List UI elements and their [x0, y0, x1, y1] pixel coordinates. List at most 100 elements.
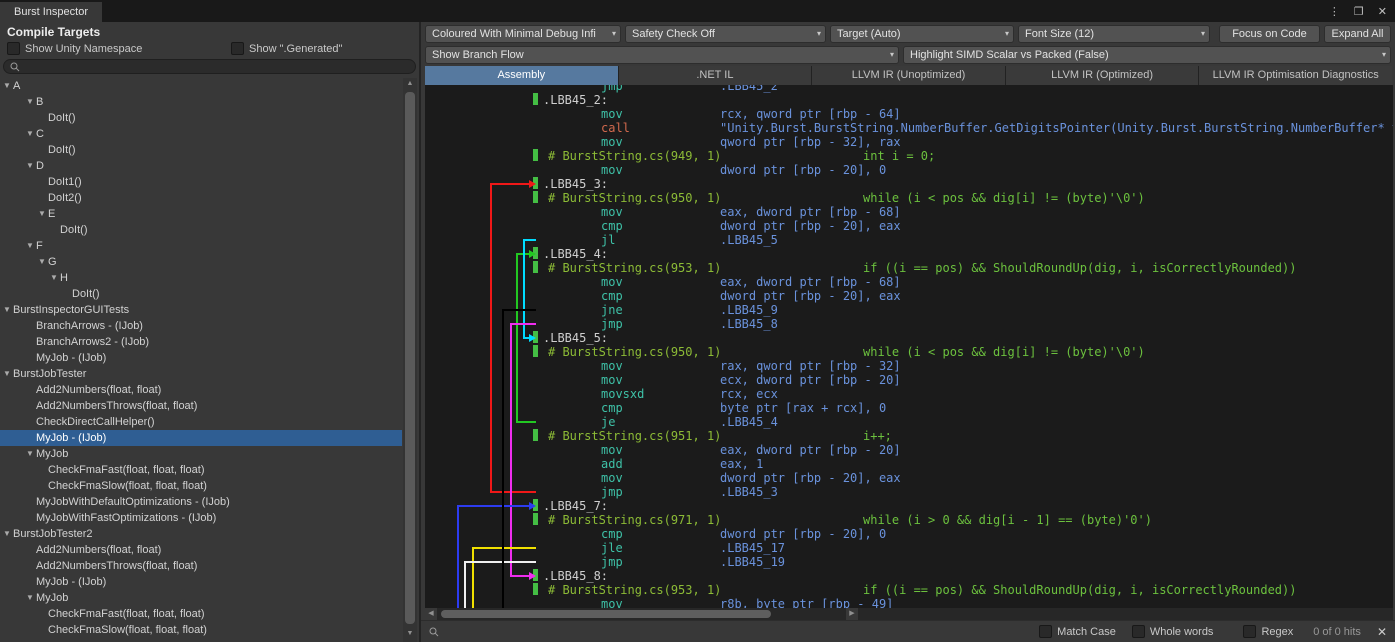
chevron-down-icon: ▾ — [890, 47, 894, 63]
tree-item-doit2[interactable]: DoIt2() — [0, 190, 402, 206]
tab-llvm-ir-optimized[interactable]: LLVM IR (Optimized) — [1006, 66, 1200, 85]
horizontal-scrollbar[interactable]: ◀ ▶ — [425, 608, 1393, 620]
tab-llvm-ir-unoptimized[interactable]: LLVM IR (Unoptimized) — [812, 66, 1006, 85]
tree-item-c[interactable]: ▼C — [0, 126, 402, 142]
branch-flow-arrows — [425, 85, 1393, 608]
checkbox-label: Show Unity Namespace — [25, 43, 142, 55]
tree-item-add2numbers-float-float[interactable]: Add2Numbers(float, float) — [0, 542, 402, 558]
expander-icon[interactable]: ▼ — [26, 158, 36, 174]
targets-search-field[interactable] — [3, 59, 416, 74]
font-size-dropdown[interactable]: Font Size (12) ▾ — [1018, 25, 1210, 43]
expand-all-button[interactable]: Expand All — [1324, 25, 1391, 43]
tree-item-f[interactable]: ▼F — [0, 238, 402, 254]
tree-item-add2numbersthrows-float-float[interactable]: Add2NumbersThrows(float, float) — [0, 558, 402, 574]
expander-icon[interactable]: ▼ — [26, 126, 36, 142]
assembly-code-view[interactable]: jmp.LBB45_2.LBB45_2:movrcx, qword ptr [r… — [425, 85, 1393, 608]
tree-item-checkfmafast-float-float-float[interactable]: CheckFmaFast(float, float, float) — [0, 606, 402, 622]
tree-item-checkfmaslow-float-float-float[interactable]: CheckFmaSlow(float, float, float) — [0, 478, 402, 494]
tree-item-doit[interactable]: DoIt() — [0, 110, 402, 126]
tab-net-il[interactable]: .NET IL — [619, 66, 813, 85]
checkbox-box[interactable] — [7, 42, 20, 55]
regex-checkbox[interactable]: Regex — [1243, 625, 1293, 638]
tree-item-myjob-ijob[interactable]: MyJob - (IJob) — [0, 350, 402, 366]
scroll-right-arrow[interactable]: ▶ — [846, 608, 858, 620]
tree-item-doit[interactable]: DoIt() — [0, 142, 402, 158]
tree-item-d[interactable]: ▼D — [0, 158, 402, 174]
tree-item-myjob-ijob[interactable]: MyJob - (IJob) — [0, 574, 402, 590]
simd-highlight-dropdown[interactable]: Highlight SIMD Scalar vs Packed (False) … — [903, 46, 1391, 64]
tree-item-label: E — [48, 208, 55, 220]
tree-item-myjob-ijob[interactable]: MyJob - (IJob) — [0, 430, 402, 446]
scroll-left-arrow[interactable]: ◀ — [425, 608, 437, 620]
tree-item-brancharrows-ijob[interactable]: BranchArrows - (IJob) — [0, 318, 402, 334]
show-generated-checkbox[interactable]: Show ".Generated" — [231, 42, 342, 55]
tree-item-myjob[interactable]: ▼MyJob — [0, 590, 402, 606]
tree-item-a[interactable]: ▼A — [0, 78, 402, 94]
branch-arrowhead-icon — [529, 180, 536, 188]
tree-item-burstjobtester2[interactable]: ▼BurstJobTester2 — [0, 526, 402, 542]
tree-item-checkdirectcallhelper[interactable]: CheckDirectCallHelper() — [0, 414, 402, 430]
expander-icon[interactable]: ▼ — [26, 590, 36, 606]
checkbox-box[interactable] — [1039, 625, 1052, 638]
close-find-icon[interactable]: ✕ — [1377, 625, 1387, 639]
expander-icon[interactable]: ▼ — [3, 526, 13, 542]
panel-title: Compile Targets — [7, 25, 100, 39]
maximize-icon[interactable]: ❐ — [1354, 5, 1364, 18]
show-unity-namespace-checkbox[interactable]: Show Unity Namespace — [7, 42, 142, 55]
scrollbar-thumb[interactable] — [441, 610, 771, 618]
expander-icon[interactable]: ▼ — [3, 302, 13, 318]
branch-arrowhead-icon — [529, 250, 536, 258]
checkbox-box[interactable] — [231, 42, 244, 55]
tree-item-checkfmaslow-float-float-float[interactable]: CheckFmaSlow(float, float, float) — [0, 622, 402, 638]
tree-vertical-scrollbar[interactable]: ▲ ▼ — [403, 78, 417, 642]
tree-item-label: F — [36, 240, 43, 252]
tree-item-brancharrows2-ijob[interactable]: BranchArrows2 - (IJob) — [0, 334, 402, 350]
tree-item-label: MyJob - (IJob) — [36, 576, 106, 588]
tree-item-burstinspectorguitests[interactable]: ▼BurstInspectorGUITests — [0, 302, 402, 318]
tree-item-h[interactable]: ▼H — [0, 270, 402, 286]
checkbox-box[interactable] — [1132, 625, 1145, 638]
match-case-checkbox[interactable]: Match Case — [1039, 625, 1116, 638]
expander-icon[interactable]: ▼ — [50, 270, 60, 286]
tree-item-checkfmafast-float-float-float[interactable]: CheckFmaFast(float, float, float) — [0, 462, 402, 478]
expander-icon[interactable]: ▼ — [26, 94, 36, 110]
targets-filter-input[interactable] — [24, 60, 409, 73]
tab-assembly[interactable]: Assembly — [425, 66, 619, 85]
debug-information-dropdown[interactable]: Coloured With Minimal Debug Infi ▾ — [425, 25, 621, 43]
whole-words-checkbox[interactable]: Whole words — [1132, 625, 1214, 638]
tree-item-add2numbersthrows-float-float[interactable]: Add2NumbersThrows(float, float) — [0, 398, 402, 414]
expander-icon[interactable]: ▼ — [26, 238, 36, 254]
find-input[interactable] — [449, 625, 1029, 639]
tree-item-doit[interactable]: DoIt() — [0, 286, 402, 302]
branch-flow-dropdown[interactable]: Show Branch Flow ▾ — [425, 46, 899, 64]
tree-item-myjobwithfastoptimizations-ijob[interactable]: MyJobWithFastOptimizations - (IJob) — [0, 510, 402, 526]
scrollbar-thumb[interactable] — [405, 92, 415, 624]
window-tab[interactable]: Burst Inspector — [0, 2, 102, 22]
scroll-up-arrow[interactable]: ▲ — [403, 78, 417, 90]
tree-item-doit1[interactable]: DoIt1() — [0, 174, 402, 190]
menu-icon[interactable]: ⋮ — [1329, 5, 1340, 18]
tree-item-doit[interactable]: DoIt() — [0, 222, 402, 238]
search-icon — [10, 62, 20, 72]
expander-icon[interactable]: ▼ — [38, 254, 48, 270]
expander-icon[interactable]: ▼ — [3, 366, 13, 382]
tree-item-e[interactable]: ▼E — [0, 206, 402, 222]
tree-item-myjobwithdefaultoptimizations-ijob[interactable]: MyJobWithDefaultOptimizations - (IJob) — [0, 494, 402, 510]
tree-item-burstjobtester[interactable]: ▼BurstJobTester — [0, 366, 402, 382]
focus-on-code-button[interactable]: Focus on Code — [1219, 25, 1320, 43]
tree-item-add2numbers-float-float[interactable]: Add2Numbers(float, float) — [0, 382, 402, 398]
scroll-down-arrow[interactable]: ▼ — [403, 628, 417, 640]
expander-icon[interactable]: ▼ — [26, 446, 36, 462]
tree-item-label: MyJob — [36, 592, 68, 604]
expander-icon[interactable]: ▼ — [3, 78, 13, 94]
tree-item-b[interactable]: ▼B — [0, 94, 402, 110]
target-dropdown[interactable]: Target (Auto) ▾ — [830, 25, 1014, 43]
close-icon[interactable]: ✕ — [1378, 5, 1387, 18]
tab-llvm-ir-optimisation-diagnostics[interactable]: LLVM IR Optimisation Diagnostics — [1199, 66, 1392, 85]
tree-item-g[interactable]: ▼G — [0, 254, 402, 270]
safety-check-dropdown[interactable]: Safety Check Off ▾ — [625, 25, 826, 43]
expander-icon[interactable]: ▼ — [38, 206, 48, 222]
tree-item-myjob[interactable]: ▼MyJob — [0, 446, 402, 462]
branch-arrowhead-icon — [529, 334, 536, 342]
checkbox-box[interactable] — [1243, 625, 1256, 638]
